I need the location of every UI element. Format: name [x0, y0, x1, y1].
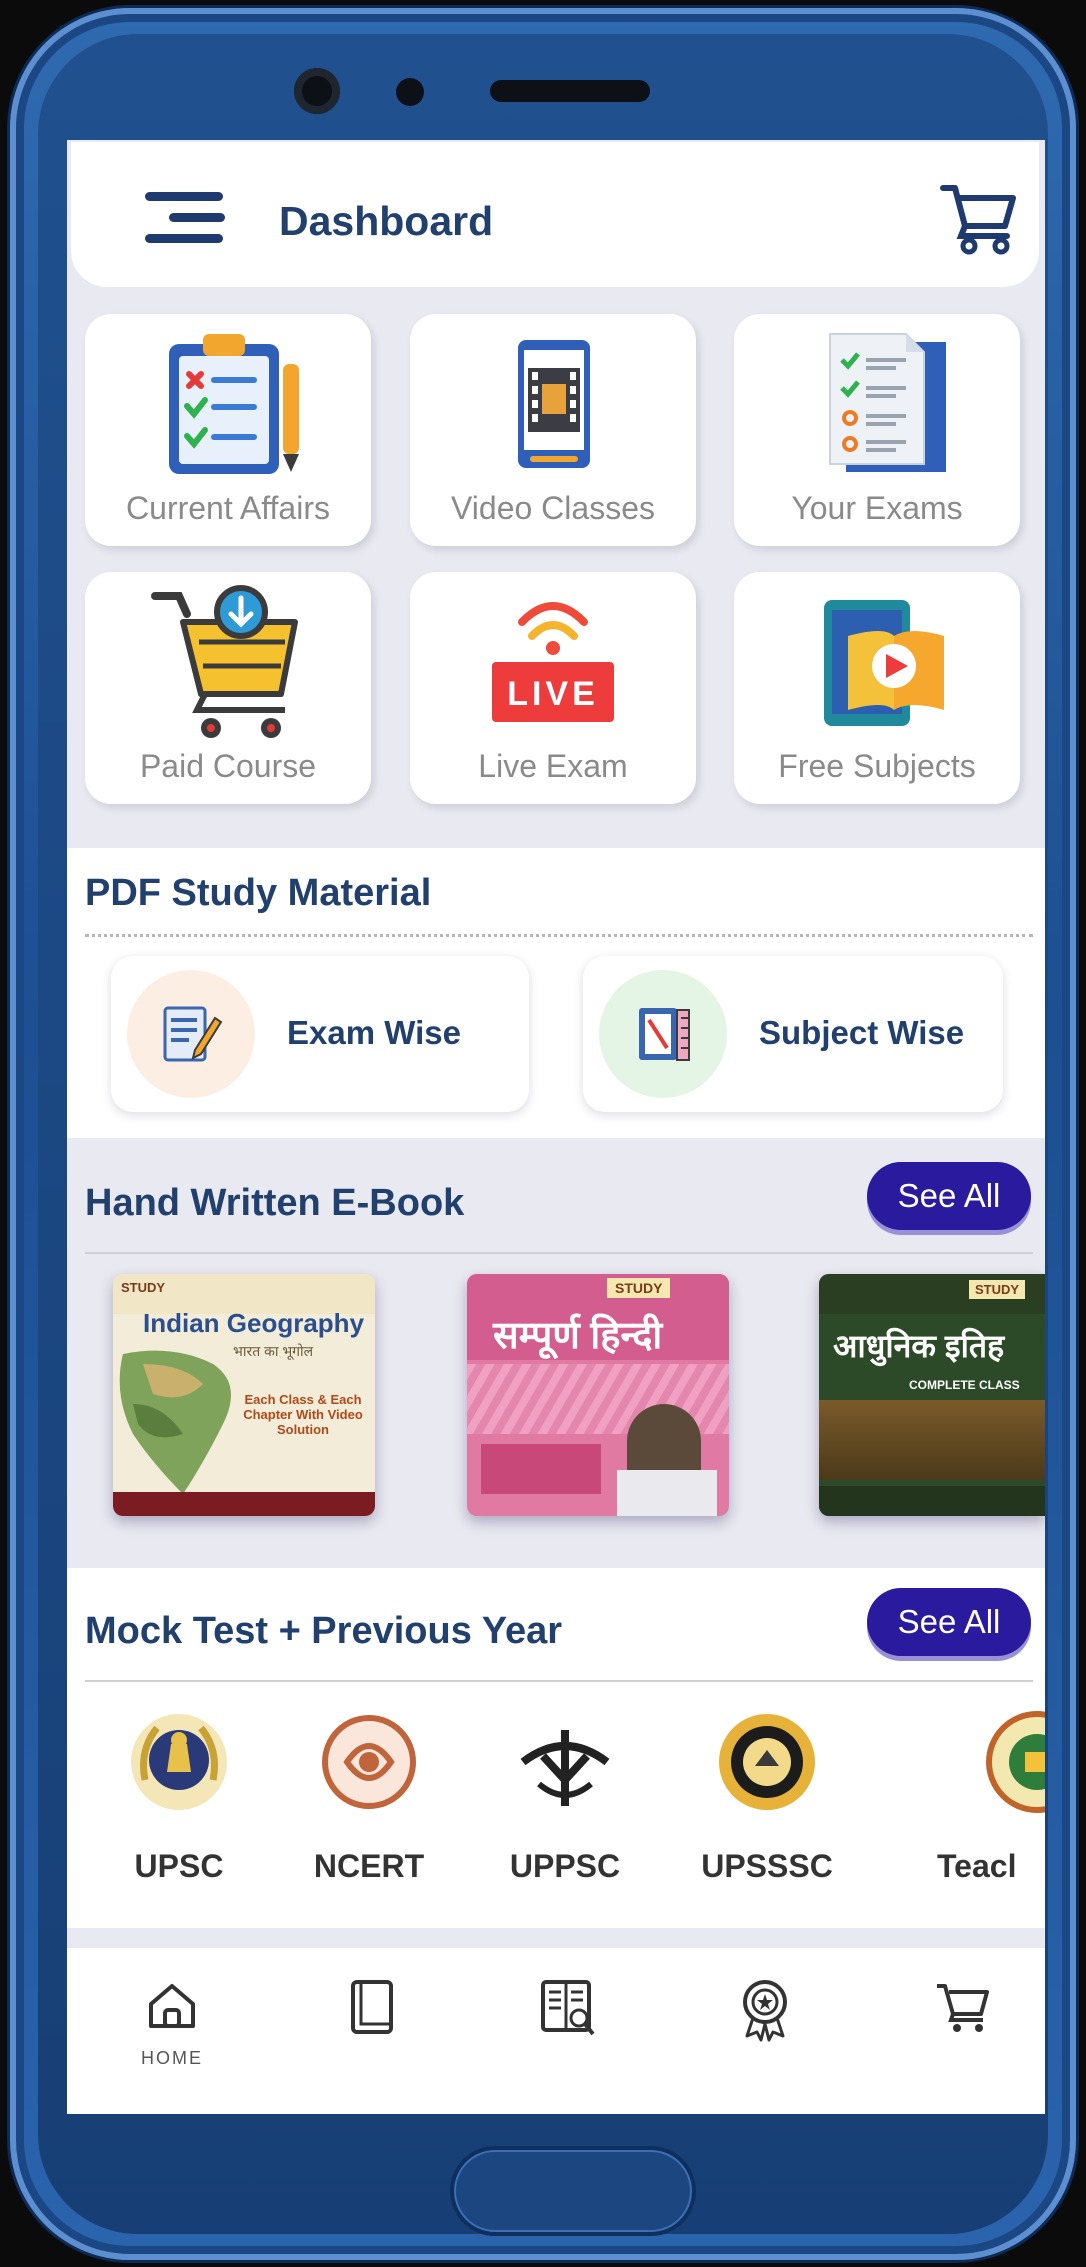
page-title: Dashboard	[279, 198, 494, 244]
tile-free-subjects[interactable]: Free Subjects	[734, 572, 1020, 804]
divider	[85, 1252, 1033, 1254]
proximity-sensor	[396, 78, 424, 106]
section-title: Hand Written E-Book	[85, 1182, 465, 1224]
award-badge-icon	[743, 1980, 787, 2042]
tile-label: Paid Course	[139, 748, 317, 784]
nav-home[interactable]: HOME	[127, 1978, 217, 2078]
ebook-card-indian-geography[interactable]: STUDY Indian Geography भारत का भूगोल Eac…	[113, 1274, 375, 1516]
exam-item-upsc[interactable]: UPSC	[99, 1710, 259, 1890]
ebook-card-sampurna-hindi[interactable]: STUDY सम्पूर्ण हिन्दी	[467, 1274, 729, 1516]
book-note: Each Class & Each Chapter With Video Sol…	[243, 1392, 363, 1437]
pdf-study-material-section: PDF Study Material Exam Wise Subject Wis…	[67, 848, 1045, 1138]
hamburger-menu-icon[interactable]	[145, 192, 231, 244]
hand-written-ebook-section: Hand Written E-Book See All STUDY Indian…	[67, 1138, 1045, 1568]
exam-document-icon	[829, 333, 946, 472]
home-icon	[149, 1984, 195, 2028]
book-subtitle: COMPLETE CLASS	[909, 1378, 1020, 1392]
exam-label: NCERT	[313, 1848, 425, 1884]
clipboard-checklist-icon	[169, 334, 299, 474]
exam-label: UPSC	[134, 1848, 224, 1884]
cart-icon	[937, 1984, 989, 2032]
tile-current-affairs[interactable]: Current Affairs	[85, 314, 371, 546]
nav-books[interactable]	[327, 1978, 417, 2078]
book-ruler-icon	[639, 1008, 690, 1061]
tile-paid-course[interactable]: Paid Course	[85, 572, 371, 804]
exam-wise-icon-bg	[127, 970, 255, 1098]
subject-wise-card[interactable]: Subject Wise	[583, 956, 1003, 1112]
exam-item-upsssc[interactable]: UPSSSC	[687, 1710, 847, 1890]
book-brand: STUDY	[969, 1280, 1026, 1299]
exam-item-teacher[interactable]: Teacl	[917, 1710, 1045, 1890]
upsssc-seal-icon	[719, 1714, 815, 1810]
tile-live-exam[interactable]: LIVE Live Exam	[410, 572, 696, 804]
exam-wise-card[interactable]: Exam Wise	[111, 956, 529, 1112]
upsc-emblem-icon	[131, 1714, 227, 1810]
reading-book-icon	[541, 1980, 595, 2036]
exam-label: UPPSC	[509, 1848, 621, 1884]
tablet-book-play-icon	[824, 600, 944, 726]
tile-label: Free Subjects	[778, 748, 976, 784]
book-title: Indian Geography	[143, 1308, 365, 1338]
book-title: आधुनिक इतिह	[833, 1328, 1005, 1364]
tile-label: Your Exams	[791, 490, 963, 526]
nav-reading[interactable]	[519, 1978, 609, 2078]
notepad-pencil-icon	[163, 1006, 223, 1062]
subject-wise-icon-bg	[599, 970, 727, 1098]
history-image	[819, 1400, 1045, 1480]
earpiece-speaker	[490, 80, 650, 102]
book-brand: STUDY	[121, 1280, 166, 1295]
book-icon	[351, 1980, 393, 2034]
tile-label: Current Affairs	[126, 490, 330, 526]
ncert-logo-icon	[322, 1715, 416, 1809]
tile-video-classes[interactable]: Video Classes	[410, 314, 696, 546]
see-all-button[interactable]: See All	[867, 1162, 1031, 1230]
cart-icon[interactable]	[939, 180, 1017, 256]
tile-your-exams[interactable]: Your Exams	[734, 314, 1020, 546]
mock-test-section: Mock Test + Previous Year See All UPSC N…	[67, 1568, 1045, 1928]
live-broadcast-icon: LIVE	[492, 602, 614, 722]
top-app-bar: Dashboard	[71, 142, 1039, 287]
exam-label: UPSSSC	[701, 1848, 833, 1884]
exam-item-ncert[interactable]: NCERT	[289, 1710, 449, 1890]
book-title: सम्पूर्ण हिन्दी	[493, 1315, 663, 1357]
divider	[85, 1680, 1033, 1682]
app-screen: Dashboard Current Affairs Video Classes …	[67, 140, 1045, 2114]
tile-label: Live Exam	[478, 748, 628, 784]
teacher-exam-logo-icon	[986, 1711, 1045, 1813]
section-title: PDF Study Material	[85, 872, 432, 914]
svg-text:LIVE: LIVE	[507, 675, 599, 713]
nav-label: HOME	[141, 2048, 203, 2068]
exam-item-uppsc[interactable]: UPPSC	[485, 1710, 645, 1890]
home-hardware-button[interactable]	[450, 2146, 696, 2236]
video-phone-icon	[518, 340, 590, 468]
card-label: Exam Wise	[287, 1014, 461, 1051]
card-label: Subject Wise	[759, 1014, 965, 1051]
tile-label: Video Classes	[451, 490, 655, 526]
shopping-cart-download-icon	[151, 585, 298, 738]
ebook-card-aadhunik-itihas[interactable]: STUDY आधुनिक इतिह COMPLETE CLASS	[819, 1274, 1045, 1516]
divider	[85, 934, 1033, 937]
nav-achievements[interactable]	[717, 1978, 807, 2078]
nav-cart[interactable]	[915, 1978, 1005, 2078]
bottom-navigation: HOME	[67, 1948, 1045, 2114]
book-brand: STUDY	[607, 1278, 671, 1298]
uppsc-emblem-icon	[517, 1714, 613, 1810]
section-title: Mock Test + Previous Year	[85, 1610, 563, 1652]
see-all-button[interactable]: See All	[867, 1588, 1031, 1656]
front-camera	[294, 68, 340, 114]
exam-label: Teacl	[937, 1848, 1017, 1884]
